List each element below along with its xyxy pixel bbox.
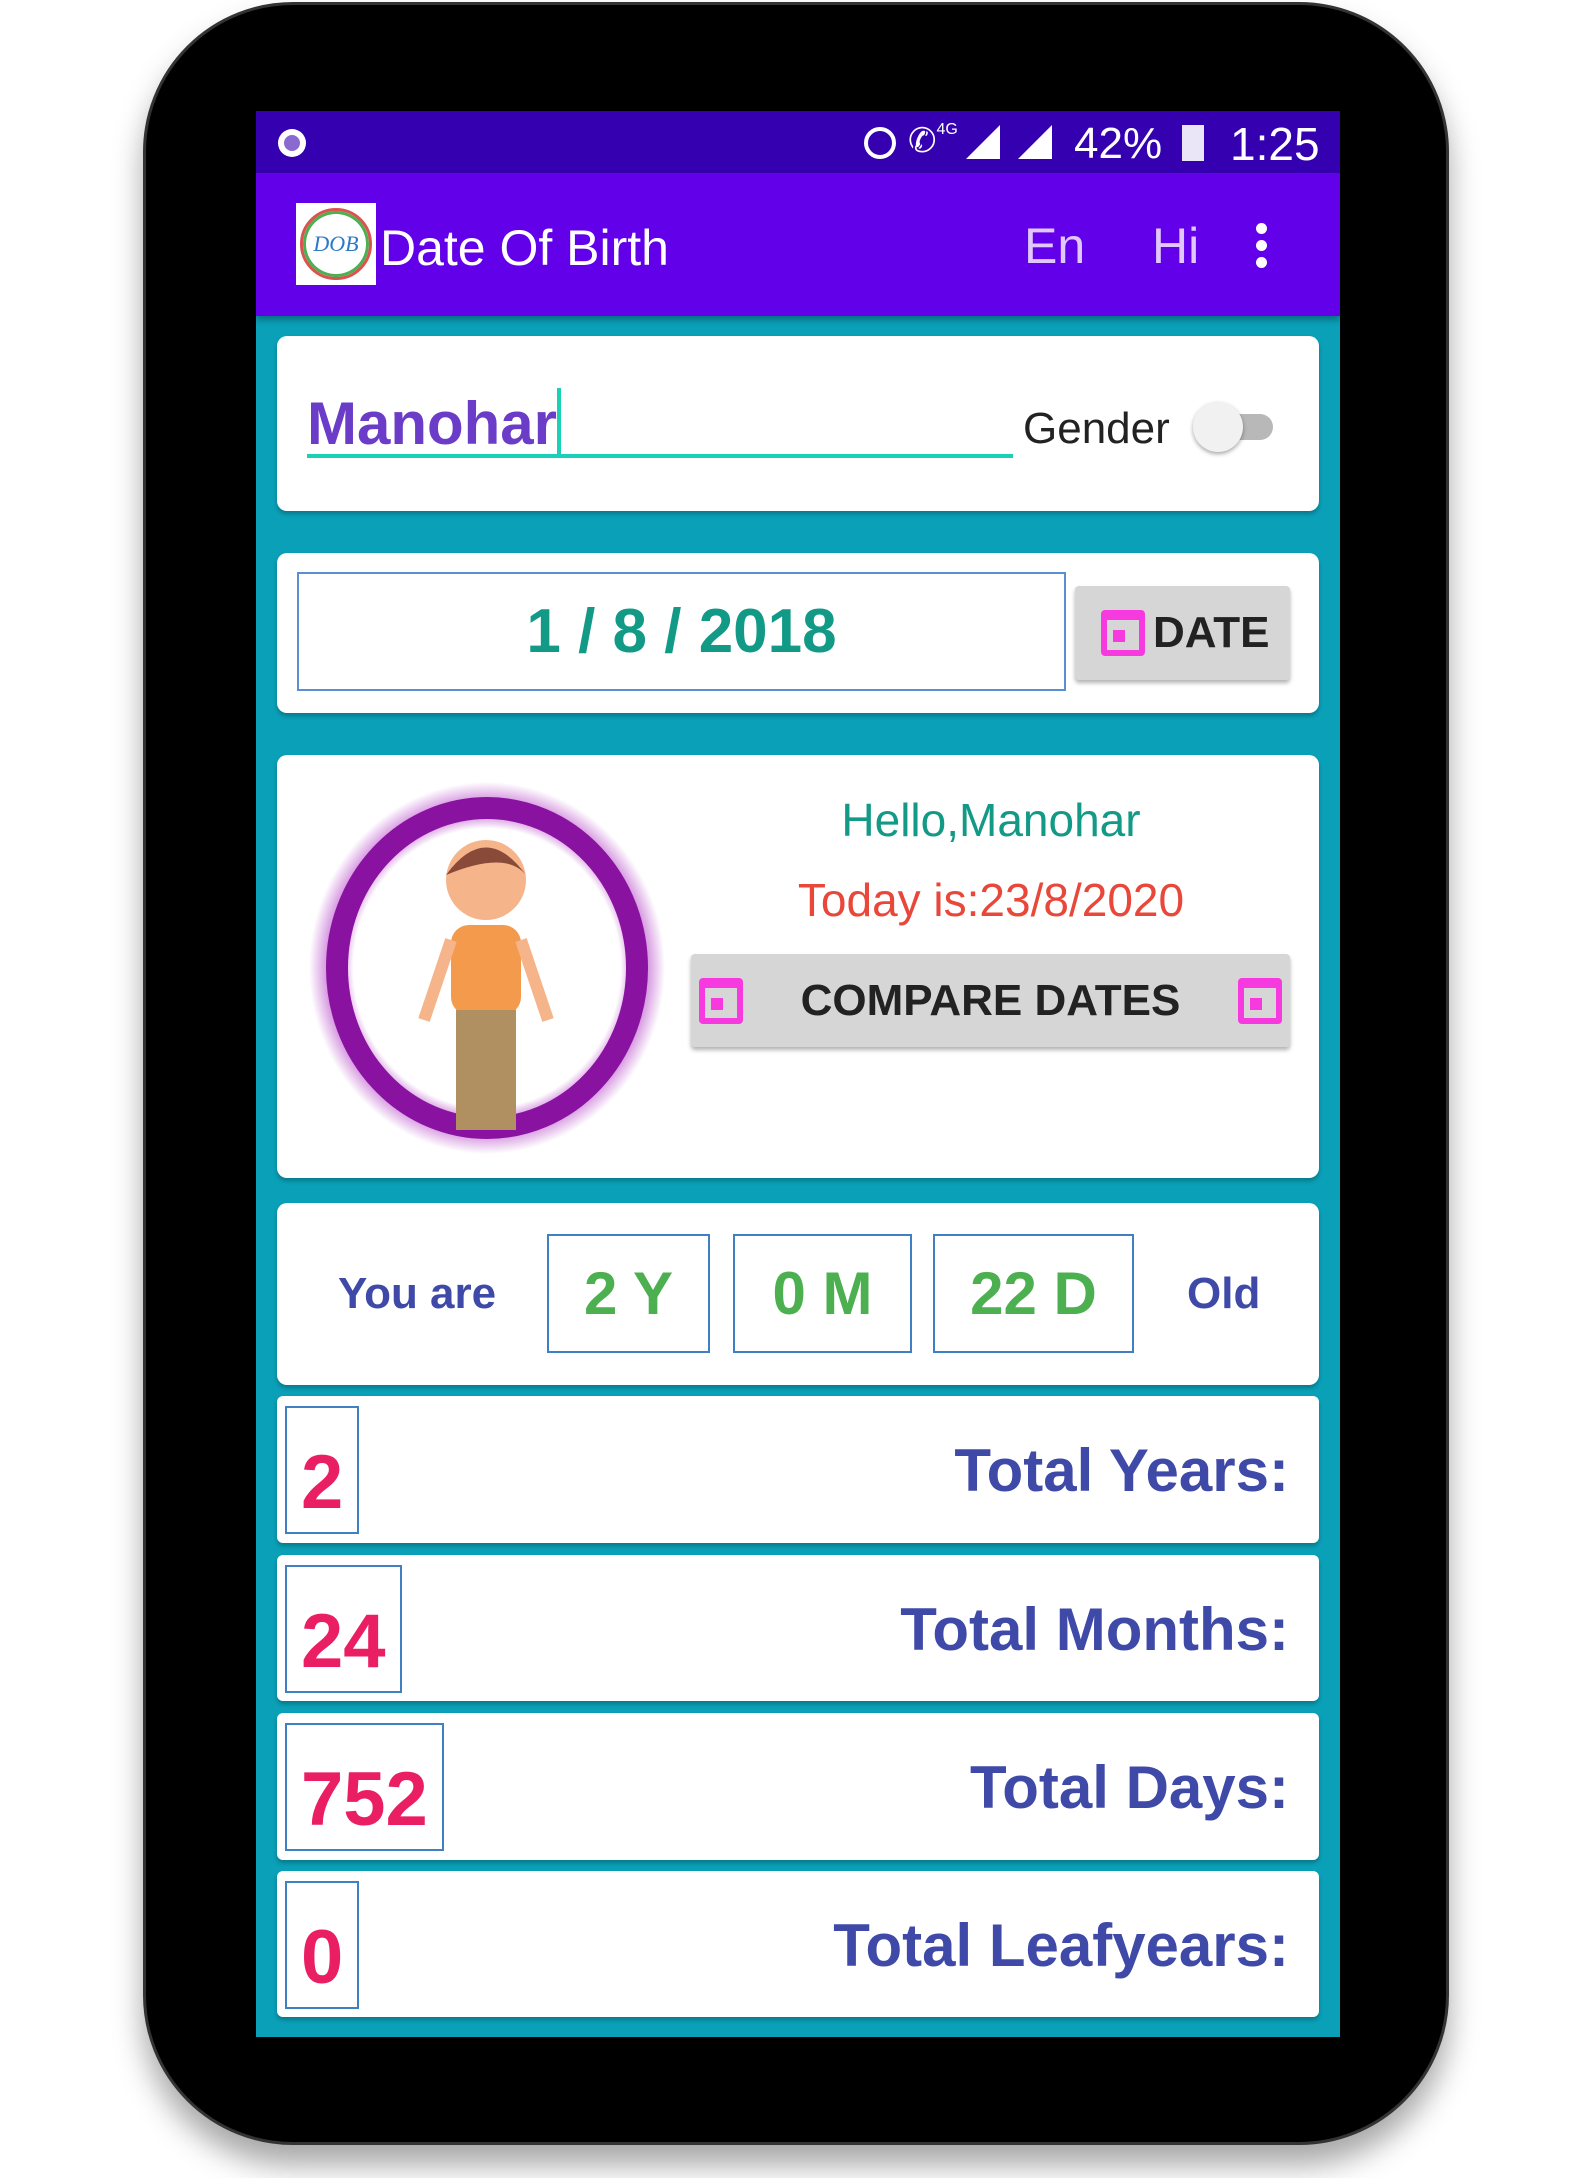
lang-hi-button[interactable]: Hi	[1152, 217, 1199, 275]
signal-icon	[966, 125, 1000, 159]
app-toolbar: DOB Date Of Birth En Hi	[256, 173, 1340, 316]
compare-button-label: COMPARE DATES	[800, 975, 1181, 1025]
total-leapyears-value: 0	[285, 1881, 360, 2009]
text-cursor	[557, 388, 562, 458]
dob-card: 1 / 8 / 2018 DATE	[277, 553, 1319, 713]
date-picker-button[interactable]: DATE	[1075, 586, 1290, 680]
name-input[interactable]: Manohar	[307, 388, 1013, 458]
total-days-row: 752 Total Days:	[277, 1713, 1319, 1860]
total-months-label: Total Months:	[900, 1596, 1289, 1663]
battery-charging-icon	[1182, 125, 1204, 161]
greeting-card: Hello,Manohar Today is:23/8/2020 COMPARE…	[277, 755, 1319, 1178]
gender-toggle[interactable]	[1193, 402, 1275, 452]
age-days: 22 D	[933, 1234, 1134, 1353]
avatar	[306, 780, 669, 1156]
total-days-value: 752	[285, 1723, 444, 1851]
signal-icon	[1018, 125, 1052, 159]
total-leapyears-row: 0 Total Leafyears:	[277, 1871, 1319, 2017]
age-years-value: 2 Y	[584, 1260, 673, 1327]
age-months-value: 0 M	[772, 1260, 873, 1327]
name-card: Manohar Gender	[277, 336, 1319, 511]
dob-display[interactable]: 1 / 8 / 2018	[297, 572, 1066, 691]
more-vert-icon[interactable]	[1256, 223, 1268, 268]
calendar-icon	[699, 977, 743, 1024]
alarm-icon	[864, 127, 896, 159]
total-years-value: 2	[285, 1406, 360, 1534]
name-value: Manohar	[307, 390, 558, 457]
call-icon: ✆4G	[908, 121, 958, 160]
battery-percent: 42%	[1074, 119, 1163, 168]
age-days-value: 22 D	[970, 1260, 1097, 1327]
status-bar: ✆4G 42% 1:25	[256, 111, 1340, 173]
app-title: Date Of Birth	[380, 220, 669, 276]
you-are-label: You are	[338, 1269, 497, 1318]
dob-value: 1 / 8 / 2018	[526, 597, 837, 666]
old-label: Old	[1187, 1269, 1261, 1318]
lang-en-button[interactable]: En	[1024, 217, 1085, 275]
network-type: 4G	[936, 121, 958, 138]
total-years-row: 2 Total Years:	[277, 1396, 1319, 1543]
app-screen: ✆4G 42% 1:25 DOB Date Of Birth En Hi Man…	[256, 111, 1340, 2037]
today-text: Today is:23/8/2020	[797, 874, 1185, 926]
gender-label: Gender	[1023, 404, 1170, 453]
total-months-value: 24	[285, 1565, 402, 1693]
total-days-label: Total Days:	[970, 1754, 1289, 1821]
calendar-icon	[1238, 977, 1282, 1024]
hello-text: Hello,Manohar	[841, 794, 1141, 846]
total-leapyears-label: Total Leafyears:	[833, 1912, 1289, 1979]
total-months-row: 24 Total Months:	[277, 1555, 1319, 1701]
age-months: 0 M	[733, 1234, 912, 1353]
clock: 1:25	[1230, 118, 1320, 170]
age-card: You are 2 Y 0 M 22 D Old	[277, 1203, 1319, 1385]
app-logo: DOB	[296, 203, 376, 285]
age-years: 2 Y	[547, 1234, 710, 1353]
record-icon	[278, 129, 306, 157]
calendar-icon	[1101, 610, 1145, 656]
date-button-label: DATE	[1153, 608, 1270, 657]
compare-dates-button[interactable]: COMPARE DATES	[691, 954, 1290, 1047]
logo-text: DOB	[300, 208, 372, 280]
total-years-label: Total Years:	[954, 1437, 1289, 1504]
